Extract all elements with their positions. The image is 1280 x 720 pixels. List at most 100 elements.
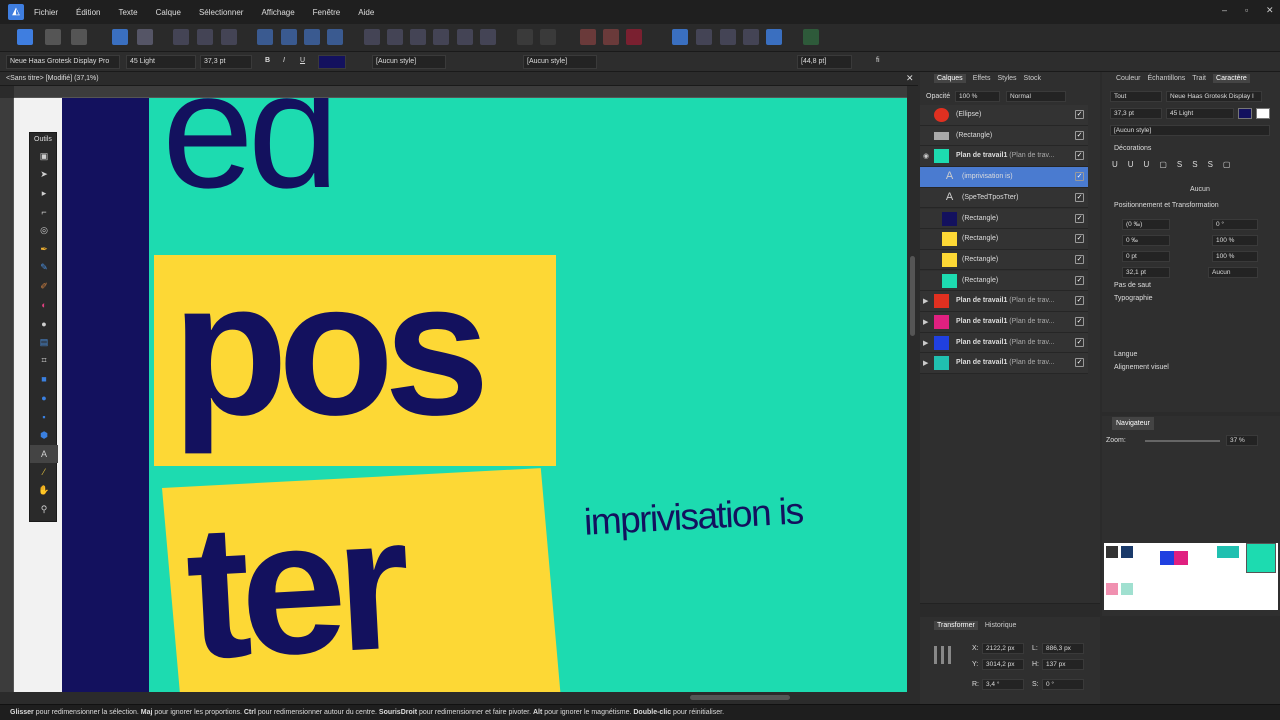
typography-header[interactable]: Typographie xyxy=(1114,295,1153,302)
assistant-icon[interactable] xyxy=(720,29,736,45)
arrange-front-icon[interactable] xyxy=(304,29,320,45)
snap3-icon[interactable] xyxy=(221,29,237,45)
zoom-field[interactable]: 37 % xyxy=(1226,435,1258,446)
close-button[interactable]: ✕ xyxy=(1266,5,1274,16)
navigator-preview[interactable] xyxy=(1104,543,1278,610)
layer-row[interactable]: A (SpeTedTposTter) ✓ xyxy=(920,187,1088,209)
no-break-checkbox[interactable]: Pas de saut xyxy=(1114,282,1151,289)
menu-calque[interactable]: Calque xyxy=(156,8,181,17)
menu-edition[interactable]: Édition xyxy=(76,8,100,17)
tracking-field[interactable]: 0 ‰ xyxy=(1122,235,1170,246)
layer-visibility-checkbox[interactable]: ✓ xyxy=(1075,234,1084,244)
menu-texte[interactable]: Texte xyxy=(118,8,137,17)
layer-visibility-checkbox[interactable]: ✓ xyxy=(1075,337,1084,347)
vertical-ruler[interactable] xyxy=(0,98,14,692)
rotation-field[interactable]: 3,4 ° xyxy=(982,679,1024,690)
layer-visibility-checkbox[interactable]: ✓ xyxy=(1075,172,1084,182)
vscale-field[interactable]: 100 % xyxy=(1212,251,1258,262)
tab-couleur[interactable]: Couleur xyxy=(1116,75,1141,82)
navigator-title[interactable]: Navigateur xyxy=(1112,417,1154,430)
transform-icon[interactable] xyxy=(112,29,128,45)
text-tool-icon[interactable]: A xyxy=(30,444,58,464)
view-mode-icon[interactable] xyxy=(766,29,782,45)
size2-field[interactable]: 32,1 pt xyxy=(1122,267,1170,278)
transparency-tool-icon[interactable]: ◎ xyxy=(30,221,58,240)
char-size-field[interactable]: 37,3 pt xyxy=(1110,108,1162,119)
artboard[interactable]: ed pos ter imprivisation is xyxy=(62,98,907,692)
corner-tool-icon[interactable]: ⌐ xyxy=(30,203,58,222)
snap2-icon[interactable] xyxy=(197,29,213,45)
char-style-select-panel[interactable]: [Aucun style] xyxy=(1110,125,1270,136)
visual-align-header[interactable]: Alignement visuel xyxy=(1114,364,1169,371)
y-field[interactable]: 3014,2 px xyxy=(982,659,1024,670)
h-field[interactable]: 137 px xyxy=(1042,659,1084,670)
fill-tool-icon[interactable]: ◐ xyxy=(30,296,58,315)
layer-row[interactable]: (Rectangle) ✓ xyxy=(920,229,1088,250)
layer-row[interactable]: ▶ Plan de travail1 (Plan de trav... ✓ xyxy=(920,353,1088,374)
rotation-char-field[interactable]: 0 ° xyxy=(1212,219,1258,230)
text-pos[interactable]: pos xyxy=(172,254,490,444)
insert-behind-icon[interactable] xyxy=(603,29,619,45)
para-style-select[interactable]: [Aucun style] xyxy=(523,55,597,69)
font-size-field[interactable]: 37,3 pt xyxy=(200,55,252,69)
boolean-sub-icon[interactable] xyxy=(540,29,556,45)
anchor-grid-icon[interactable] xyxy=(934,646,952,664)
layer-row[interactable]: ▶ Plan de travail1 (Plan de trav... ✓ xyxy=(920,312,1088,333)
bold-button[interactable]: B xyxy=(265,57,270,64)
language-header[interactable]: Langue xyxy=(1114,351,1137,358)
navy-rectangle[interactable] xyxy=(62,98,149,692)
tab-transformer[interactable]: Transformer xyxy=(934,621,978,630)
export-persona-icon[interactable] xyxy=(71,29,87,45)
blend-mode-select[interactable]: Normal xyxy=(1006,91,1066,102)
snap-icon[interactable] xyxy=(173,29,189,45)
artboard-tool-icon[interactable]: ▣ xyxy=(30,147,58,166)
layer-row[interactable]: (Rectangle) ✓ xyxy=(920,208,1088,230)
layer-row[interactable]: ▶ Plan de travail1 (Plan de trav... ✓ xyxy=(920,291,1088,312)
font-weight-select[interactable]: 45 Light xyxy=(126,55,196,69)
layer-row[interactable]: A (imprivisation is) ✓ xyxy=(920,167,1088,188)
place-icon[interactable] xyxy=(696,29,712,45)
menu-selectionner[interactable]: Sélectionner xyxy=(199,8,243,17)
layer-visibility-checkbox[interactable]: ✓ xyxy=(1075,151,1084,161)
layer-row[interactable]: ◉ Plan de travail1 (Plan de trav... ✓ xyxy=(920,146,1088,167)
align-middle-icon[interactable] xyxy=(457,29,473,45)
expand-icon[interactable]: ▶ xyxy=(923,339,928,347)
char-style-select[interactable]: [Aucun style] xyxy=(372,55,446,69)
x-field[interactable]: 2122,2 px xyxy=(982,643,1024,654)
maximize-button[interactable]: ▫ xyxy=(1245,5,1248,15)
hscale-field[interactable]: 100 % xyxy=(1212,235,1258,246)
expand-icon[interactable]: ▶ xyxy=(923,318,928,326)
layer-visibility-checkbox[interactable]: ✓ xyxy=(1075,358,1084,368)
char-font-select[interactable]: Neue Haas Grotesk Display I xyxy=(1166,91,1262,102)
align-top-icon[interactable] xyxy=(433,29,449,45)
node-tool-icon[interactable]: ▸ xyxy=(30,184,58,203)
layer-row[interactable]: (Rectangle) ✓ xyxy=(920,249,1088,271)
canvas-pasteboard[interactable]: ed pos ter imprivisation is xyxy=(14,98,907,692)
tab-styles[interactable]: Styles xyxy=(997,75,1016,82)
italic-button[interactable]: I xyxy=(283,57,285,64)
ligatures-button[interactable]: fi xyxy=(876,57,880,64)
align-bottom-icon[interactable] xyxy=(480,29,496,45)
tab-trait[interactable]: Trait xyxy=(1192,75,1206,82)
arrange-back-icon[interactable] xyxy=(327,29,343,45)
layer-visibility-checkbox[interactable]: ✓ xyxy=(1075,110,1084,119)
char-color-swatch[interactable] xyxy=(1238,108,1252,119)
close-doc-icon[interactable]: ✕ xyxy=(906,73,914,84)
horizontal-scrollbar[interactable] xyxy=(14,692,907,704)
document-tab[interactable]: <Sans titre> [Modifié] (37,1%) ✕ xyxy=(0,72,918,86)
layer-visibility-checkbox[interactable]: ✓ xyxy=(1075,130,1084,140)
decoration-buttons[interactable]: UUU▢SSS▢ xyxy=(1112,160,1270,172)
brush-tool-icon[interactable]: ✐ xyxy=(30,277,58,296)
tab-calques[interactable]: Calques xyxy=(934,74,966,83)
transparency-icon[interactable] xyxy=(672,29,688,45)
baseline-field[interactable]: 0 pt xyxy=(1122,251,1170,262)
vscroll-thumb[interactable] xyxy=(910,256,915,336)
designer-persona-icon[interactable] xyxy=(17,29,33,45)
text-color-swatch[interactable] xyxy=(318,55,346,69)
preview-icon[interactable] xyxy=(743,29,759,45)
opacity-field[interactable]: 100 % xyxy=(955,91,1000,102)
kerning-field[interactable]: (0 ‰) xyxy=(1122,219,1170,230)
font-family-select[interactable]: Neue Haas Grotesk Display Pro xyxy=(6,55,120,69)
ellipse-tool-icon[interactable]: ● xyxy=(30,389,58,408)
tab-echantillons[interactable]: Échantillons xyxy=(1148,75,1186,82)
